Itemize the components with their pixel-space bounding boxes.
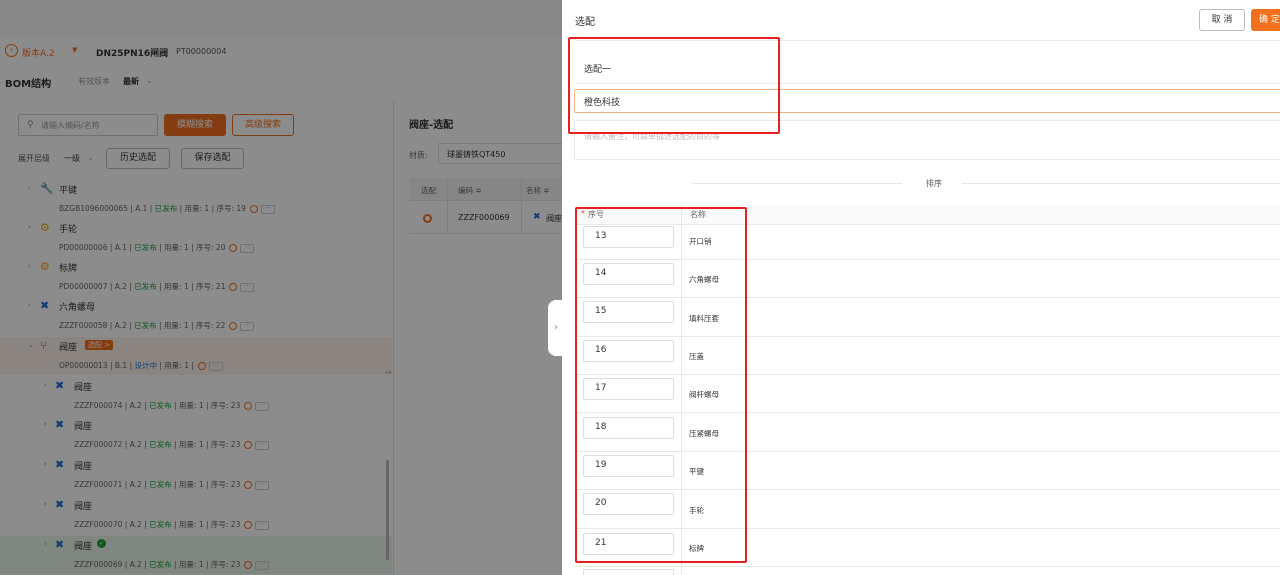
highlight-box	[575, 207, 747, 563]
cancel-button[interactable]: 取 消	[1199, 9, 1245, 31]
drawer-collapse-handle[interactable]: ›	[548, 300, 564, 356]
sort-label: 排序	[926, 179, 942, 188]
confirm-button[interactable]: 确 定	[1251, 9, 1280, 31]
highlight-box	[568, 37, 780, 134]
drawer-title: 选配	[575, 17, 595, 28]
modal-backdrop[interactable]	[0, 0, 562, 575]
